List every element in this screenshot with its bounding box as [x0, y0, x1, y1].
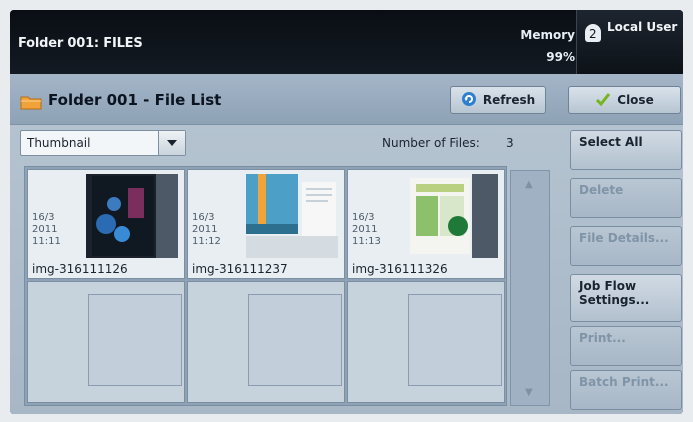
file-year: 2011 [32, 224, 58, 235]
batch-print-label: Batch Print... [579, 375, 669, 389]
select-all-button[interactable]: Select All [570, 130, 682, 170]
status-bar: Folder 001: FILES Memory 99% 2 Local Use… [10, 10, 683, 74]
file-name: img-316111237 [192, 262, 288, 276]
file-time: 11:12 [192, 236, 221, 247]
view-mode-dropdown[interactable]: Thumbnail [20, 130, 186, 156]
file-date: 16/3 [192, 212, 215, 223]
chevron-down-icon [167, 140, 177, 146]
dropdown-button[interactable] [158, 131, 185, 155]
svg-text:2: 2 [589, 27, 597, 41]
file-tile[interactable]: 16/3 2011 11:11 img-316111126 [27, 169, 185, 279]
scrollbar[interactable]: ▲ ▼ [510, 170, 550, 406]
file-timestamp: 16/3 2011 11:12 [192, 212, 221, 248]
delete-button[interactable]: Delete [570, 178, 682, 218]
folder-icon [20, 94, 42, 110]
refresh-button[interactable]: Refresh [450, 86, 546, 114]
check-icon [595, 92, 611, 109]
empty-thumbnail [248, 294, 342, 386]
user-label: Local User [607, 20, 678, 34]
batch-print-button[interactable]: Batch Print... [570, 370, 682, 410]
refresh-label: Refresh [482, 93, 536, 107]
file-name: img-316111326 [352, 262, 448, 276]
file-tile[interactable]: 16/3 2011 11:12 img-316111237 [187, 169, 345, 279]
select-all-label: Select All [579, 135, 643, 149]
files-count: 3 [506, 136, 514, 150]
device-screen: Folder 001: FILES Memory 99% 2 Local Use… [10, 10, 683, 414]
file-tile[interactable]: 16/3 2011 11:13 img-316111326 [347, 169, 505, 279]
user-button[interactable]: 2 Local User [576, 10, 683, 74]
folder-title: Folder 001: FILES [18, 36, 143, 51]
file-year: 2011 [192, 224, 218, 235]
file-timestamp: 16/3 2011 11:13 [352, 212, 381, 248]
job-flow-settings-button[interactable]: Job Flow Settings... [570, 274, 682, 322]
page-title: Folder 001 - File List [48, 91, 222, 109]
files-count-label: Number of Files: [382, 136, 480, 150]
file-year: 2011 [352, 224, 378, 235]
scroll-down-icon[interactable]: ▼ [525, 387, 533, 398]
file-thumbnail [406, 174, 498, 258]
scroll-up-icon[interactable]: ▲ [525, 179, 533, 190]
file-date: 16/3 [352, 212, 375, 223]
file-details-label: File Details... [579, 231, 669, 245]
file-date: 16/3 [32, 212, 55, 223]
file-time: 11:13 [352, 236, 381, 247]
print-label: Print... [579, 331, 626, 345]
file-list-header: Folder 001 - File List Refresh Close [10, 74, 683, 125]
file-details-button[interactable]: File Details... [570, 226, 682, 266]
user-icon: 2 [585, 24, 601, 42]
empty-file-slot [347, 281, 505, 403]
file-thumbnail [86, 174, 178, 258]
refresh-icon [461, 91, 477, 110]
empty-thumbnail [408, 294, 502, 386]
empty-thumbnail [88, 294, 182, 386]
memory-label: Memory [520, 28, 575, 42]
file-name: img-316111126 [32, 262, 128, 276]
file-timestamp: 16/3 2011 11:11 [32, 212, 61, 248]
file-thumbnail [246, 174, 338, 258]
empty-file-slot [27, 281, 185, 403]
empty-file-slot [187, 281, 345, 403]
file-list-panel: Folder 001 - File List Refresh Close Thu… [10, 74, 683, 414]
print-button[interactable]: Print... [570, 326, 682, 366]
memory-value: 99% [546, 50, 575, 64]
view-mode-value: Thumbnail [27, 136, 91, 150]
close-button[interactable]: Close [568, 86, 681, 114]
close-label: Close [617, 93, 654, 107]
thumbnail-grid: 16/3 2011 11:11 img-316111126 16/3 2011 … [24, 166, 507, 406]
delete-label: Delete [579, 183, 624, 197]
job-flow-label: Job Flow Settings... [579, 279, 650, 307]
file-time: 11:11 [32, 236, 61, 247]
